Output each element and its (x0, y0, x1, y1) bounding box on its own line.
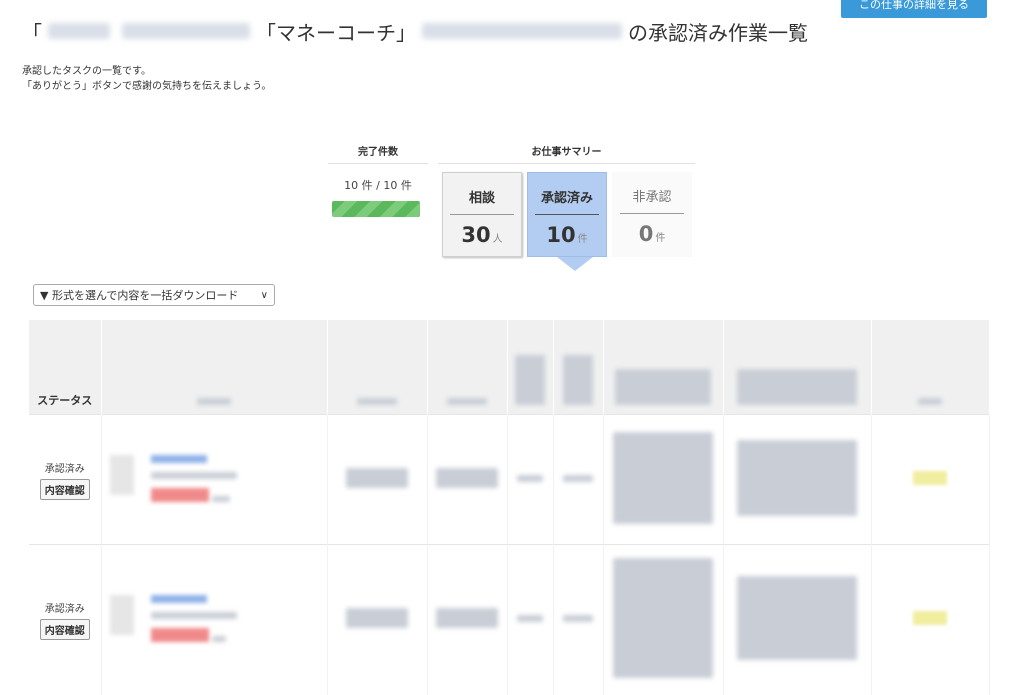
column-header (327, 320, 428, 415)
table-cell (507, 544, 554, 695)
worker-name-link[interactable] (150, 454, 207, 463)
chevron-down-icon: ∨ (260, 289, 268, 301)
approved-tasks-table: ステータス 承認済み 内容確認 承認済み 内容確認 (29, 320, 990, 695)
table-cell (327, 414, 428, 545)
column-header (101, 320, 328, 415)
job-summary-heading: お仕事サマリー (531, 147, 602, 158)
card-value: 30 人 (461, 223, 503, 247)
view-content-button[interactable]: 内容確認 (39, 478, 90, 500)
action-badge[interactable] (913, 611, 947, 626)
table-cell (871, 544, 990, 695)
column-header (507, 320, 554, 415)
blurred-title-part (122, 23, 250, 39)
card-divider (450, 214, 514, 215)
completed-count-heading: 完了件数 (358, 147, 398, 158)
table-cell (603, 544, 724, 695)
table-cell (553, 414, 604, 545)
column-header (603, 320, 724, 415)
divider (328, 163, 428, 164)
table-cell (723, 544, 872, 695)
action-badge[interactable] (913, 471, 947, 485)
table-row: 承認済み 内容確認 (29, 544, 990, 695)
card-value: 10 件 (546, 223, 588, 247)
page-title: 「 「マネーコーチ」 の承認済み作業一覧 (22, 18, 808, 45)
summary-card-consultation[interactable]: 相談 30 人 (442, 172, 522, 257)
worker-rank-badge (150, 487, 209, 502)
column-header (553, 320, 604, 415)
table-cell (327, 544, 428, 695)
title-suffix: の承認済み作業一覧 (628, 20, 808, 45)
card-value: 0件 (638, 222, 666, 246)
worker-cell (101, 414, 328, 545)
selected-card-pointer-icon (557, 257, 593, 271)
worker-cell (101, 544, 328, 695)
table-cell (723, 414, 872, 545)
divider (438, 163, 695, 164)
completion-progress-bar (332, 201, 420, 217)
status-cell: 承認済み 内容確認 (29, 544, 102, 695)
blurred-title-part (48, 23, 110, 39)
status-text: 承認済み (44, 463, 85, 475)
table-cell (507, 414, 554, 545)
avatar (109, 454, 134, 495)
bulk-download-format-select[interactable]: ▼ 形式を選んで内容を一括ダウンロード ∨ (33, 284, 275, 306)
worker-rank-badge (150, 627, 209, 642)
intro-text: 承認したタスクの一覧です。 「ありがとう」ボタンで感謝の気持ちを伝えましょう。 (22, 64, 271, 94)
summary-card-approved[interactable]: 承認済み 10 件 (527, 172, 607, 257)
avatar (109, 594, 134, 635)
title-app-name: 「マネーコーチ」 (256, 20, 416, 45)
column-header (871, 320, 990, 415)
card-label: 相談 (468, 191, 495, 206)
column-header (427, 320, 508, 415)
worker-name-link[interactable] (150, 594, 207, 603)
table-row: 承認済み 内容確認 (29, 414, 990, 545)
summary-card-rejected[interactable]: 非承認 0件 (612, 172, 692, 257)
card-label: 承認済み (540, 191, 593, 206)
card-divider (620, 213, 684, 214)
card-divider (535, 214, 599, 215)
intro-line-1: 承認したタスクの一覧です。 (22, 66, 151, 77)
view-content-button[interactable]: 内容確認 (39, 618, 90, 640)
completed-count: 10 件 / 10 件 (344, 179, 412, 192)
column-header (723, 320, 872, 415)
select-label: ▼ 形式を選んで内容を一括ダウンロード (40, 289, 239, 302)
column-header-status: ステータス (29, 320, 102, 415)
status-cell: 承認済み 内容確認 (29, 414, 102, 545)
card-label: 非承認 (632, 190, 672, 205)
table-cell (871, 414, 990, 545)
status-text: 承認済み (44, 603, 85, 615)
blurred-title-part (422, 23, 622, 39)
table-cell (427, 414, 508, 545)
view-job-details-button[interactable]: この仕事の詳細を見る (841, 0, 987, 18)
table-cell (553, 544, 604, 695)
title-open-bracket: 「 (22, 20, 42, 45)
intro-line-2: 「ありがとう」ボタンで感謝の気持ちを伝えましょう。 (22, 81, 272, 92)
table-header-row: ステータス (29, 320, 990, 415)
table-cell (603, 414, 724, 545)
table-cell (427, 544, 508, 695)
